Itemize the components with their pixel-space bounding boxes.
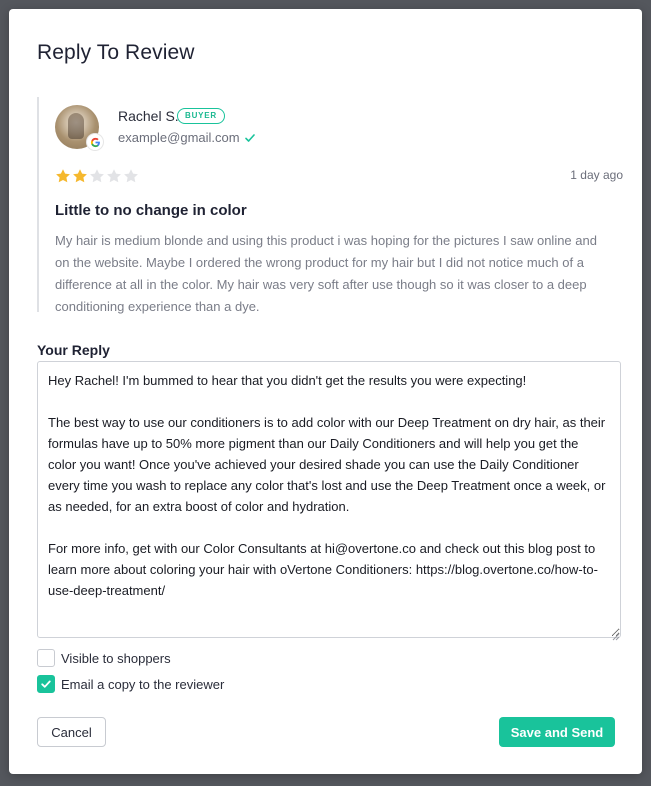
resize-grip-icon[interactable] [612,628,620,646]
reply-textarea[interactable]: Hey Rachel! I'm bummed to hear that you … [37,361,621,638]
buyer-badge: BUYER [177,108,226,124]
star-rating [55,168,139,189]
reply-label: Your Reply [37,342,110,358]
email-copy-option[interactable]: Email a copy to the reviewer [37,675,224,693]
visible-to-shoppers-option[interactable]: Visible to shoppers [37,649,171,667]
review-body: My hair is medium blonde and using this … [55,233,597,314]
visible-to-shoppers-label: Visible to shoppers [61,650,171,666]
email-copy-label: Email a copy to the reviewer [61,676,225,692]
cancel-button[interactable]: Cancel [37,717,106,747]
star-empty-icon [123,168,139,189]
review-date: 1 day ago [570,168,623,182]
review-title: Little to no change in color [55,202,247,219]
star-empty-icon [106,168,122,189]
reply-modal: Reply To Review Rachel S. BUYER example@… [9,9,642,774]
verified-check-icon [244,131,256,149]
check-icon [41,680,51,688]
visible-to-shoppers-checkbox[interactable] [37,649,55,667]
star-filled-icon [55,168,71,189]
modal-title: Reply To Review [37,41,195,64]
reviewer-email: example@gmail.com [118,130,240,145]
reviewer-name: Rachel S. [118,108,179,124]
review-card: Rachel S. BUYER example@gmail.com 1 day … [37,97,623,314]
avatar [55,105,103,150]
star-empty-icon [89,168,105,189]
email-copy-checkbox[interactable] [37,675,55,693]
star-filled-icon [72,168,88,189]
google-icon [87,134,103,150]
save-and-send-button[interactable]: Save and Send [499,717,615,747]
